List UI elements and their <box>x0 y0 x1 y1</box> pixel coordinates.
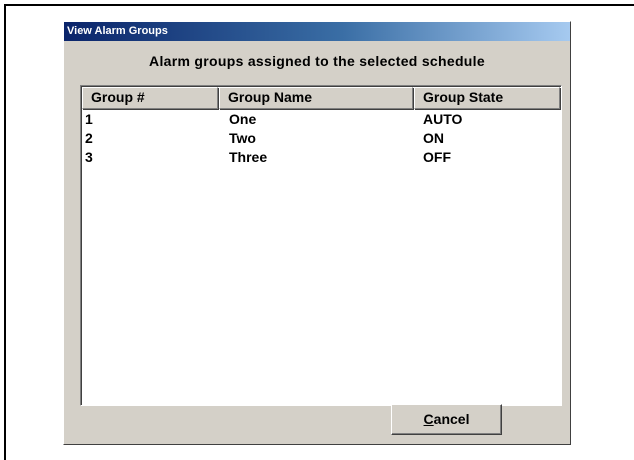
column-header-group-number[interactable]: Group # <box>82 87 218 109</box>
column-header-group-state[interactable]: Group State <box>414 87 560 109</box>
cell-group-number: 3 <box>85 149 93 165</box>
cell-group-name: One <box>229 111 257 127</box>
dialog-titlebar[interactable]: View Alarm Groups <box>64 22 570 41</box>
list-rows: 1 One AUTO 2 Two ON 3 Three OFF <box>82 110 560 167</box>
cell-group-state: AUTO <box>423 111 463 127</box>
table-row[interactable]: 2 Two ON <box>82 129 560 148</box>
list-header: Group # Group Name Group State <box>82 87 560 109</box>
cell-group-state: OFF <box>423 149 451 165</box>
background-frame-top <box>4 4 634 6</box>
cell-group-state: ON <box>423 130 444 146</box>
background-frame-left <box>4 4 6 460</box>
cell-group-number: 1 <box>85 111 93 127</box>
column-header-group-name[interactable]: Group Name <box>219 87 413 109</box>
cell-group-name: Three <box>229 149 268 165</box>
dialog-title: View Alarm Groups <box>67 25 168 37</box>
cell-group-number: 2 <box>85 130 93 146</box>
cancel-mnemonic: C <box>423 411 434 427</box>
cancel-button[interactable]: Cancel <box>391 404 502 435</box>
table-row[interactable]: 1 One AUTO <box>82 110 560 129</box>
cell-group-name: Two <box>229 130 256 146</box>
table-row[interactable]: 3 Three OFF <box>82 148 560 167</box>
cancel-label: ancel <box>433 411 470 427</box>
dialog-caption: Alarm groups assigned to the selected sc… <box>149 53 485 69</box>
alarm-groups-list[interactable]: Group # Group Name Group State 1 One AUT… <box>80 85 562 406</box>
view-alarm-groups-dialog: View Alarm Groups Alarm groups assigned … <box>63 21 571 445</box>
